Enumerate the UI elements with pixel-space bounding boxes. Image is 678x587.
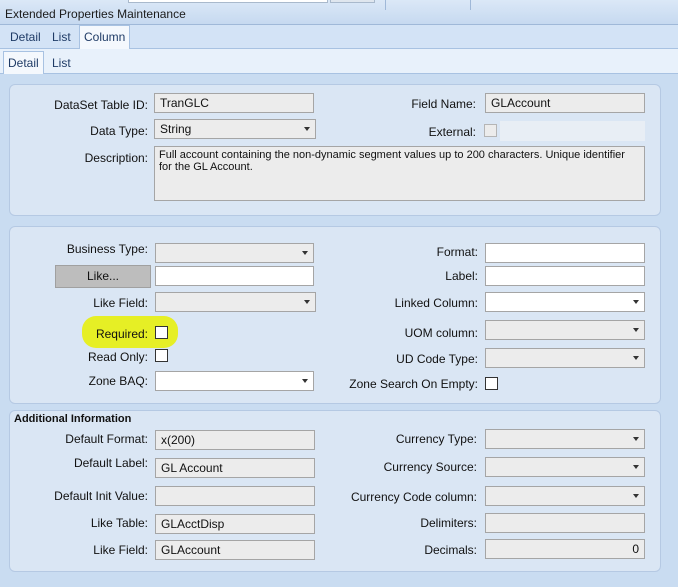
table-id-label: DataSet Table ID: <box>54 98 148 112</box>
external-filler <box>500 121 645 141</box>
zone-baq-select[interactable] <box>155 371 314 391</box>
like-button[interactable]: Like... <box>55 265 151 288</box>
like-table-field[interactable]: GLAcctDisp <box>155 514 315 534</box>
data-type-label: Data Type: <box>90 124 148 138</box>
window-title: Extended Properties Maintenance <box>5 7 186 21</box>
top-input-strip <box>128 0 328 3</box>
uom-column-label: UOM column: <box>404 326 478 340</box>
default-format-label: Default Format: <box>65 432 148 446</box>
decimals-label: Decimals: <box>424 543 477 557</box>
linked-column-select[interactable] <box>485 292 645 312</box>
currency-code-label: Currency Code column: <box>350 490 477 504</box>
default-label-field[interactable]: GL Account <box>155 458 315 478</box>
external-label: External: <box>428 125 476 139</box>
like-table-label: Like Table: <box>90 516 148 530</box>
chevron-down-icon[interactable] <box>628 293 644 311</box>
chevron-down-icon[interactable] <box>297 244 313 262</box>
format-label: Format: <box>436 245 478 259</box>
description-label: Description: <box>84 151 148 165</box>
delimiters-label: Delimiters: <box>420 516 477 530</box>
sub-tab-row: Detail List <box>0 49 678 74</box>
tab-column[interactable]: Column <box>79 25 131 49</box>
data-type-value: String <box>160 122 192 136</box>
read-only-checkbox[interactable] <box>155 349 168 362</box>
default-label-label: Default Label: <box>73 456 148 470</box>
additional-section-title: Additional Information <box>14 413 132 425</box>
ud-code-type-label: UD Code Type: <box>396 352 478 366</box>
chevron-down-icon[interactable] <box>628 321 644 339</box>
chevron-down-icon[interactable] <box>628 430 644 448</box>
external-checkbox[interactable] <box>484 124 497 137</box>
required-checkbox[interactable] <box>155 326 168 339</box>
chevron-down-icon[interactable] <box>299 120 315 138</box>
label-label: Label: <box>445 269 478 283</box>
format-input[interactable] <box>485 243 645 263</box>
field-name-label: Field Name: <box>411 97 476 111</box>
chevron-down-icon[interactable] <box>628 458 644 476</box>
chevron-down-icon[interactable] <box>297 372 313 390</box>
default-init-label: Default Init Value: <box>54 489 148 503</box>
required-label: Required: <box>95 327 148 341</box>
table-id-field[interactable]: TranGLC <box>154 93 314 113</box>
currency-source-select[interactable] <box>485 457 645 477</box>
zone-search-checkbox[interactable] <box>485 377 498 390</box>
read-only-label: Read Only: <box>87 350 148 364</box>
zone-search-label: Zone Search On Empty: <box>349 377 478 391</box>
toolbar-divider <box>470 0 471 10</box>
currency-type-select[interactable] <box>485 429 645 449</box>
currency-source-label: Currency Source: <box>383 460 477 474</box>
like-field-input[interactable] <box>155 266 314 286</box>
default-init-field[interactable] <box>155 486 315 506</box>
like-field-select[interactable] <box>155 292 316 312</box>
zone-baq-label: Zone BAQ: <box>88 374 148 388</box>
main-tab-row: Detail List Column <box>0 25 678 49</box>
toolbar-divider <box>385 0 386 10</box>
subtab-detail[interactable]: Detail <box>3 51 44 74</box>
delimiters-field[interactable] <box>485 513 645 533</box>
currency-code-select[interactable] <box>485 486 645 506</box>
tab-list[interactable]: List <box>48 26 75 48</box>
subtab-list[interactable]: List <box>48 52 75 74</box>
chevron-down-icon[interactable] <box>628 487 644 505</box>
additional-like-field-label: Like Field: <box>93 543 148 557</box>
uom-column-select[interactable] <box>485 320 645 340</box>
chevron-down-icon[interactable] <box>299 293 315 311</box>
linked-column-label: Linked Column: <box>394 296 478 310</box>
label-input[interactable] <box>485 266 645 286</box>
additional-like-field[interactable]: GLAccount <box>155 540 315 560</box>
like-field-label: Like Field: <box>93 296 148 310</box>
tab-detail[interactable]: Detail <box>6 26 45 48</box>
business-type-select[interactable] <box>155 243 314 263</box>
data-type-select[interactable]: String <box>154 119 316 139</box>
ud-code-type-select[interactable] <box>485 348 645 368</box>
description-field[interactable]: Full account containing the non-dynamic … <box>154 146 645 201</box>
chevron-down-icon[interactable] <box>628 349 644 367</box>
currency-type-label: Currency Type: <box>395 432 477 446</box>
decimals-field[interactable]: 0 <box>485 539 645 559</box>
field-name-field[interactable]: GLAccount <box>485 93 645 113</box>
default-format-field[interactable]: x(200) <box>155 430 315 450</box>
business-type-label: Business Type: <box>66 242 148 256</box>
top-strip-2 <box>330 0 375 3</box>
